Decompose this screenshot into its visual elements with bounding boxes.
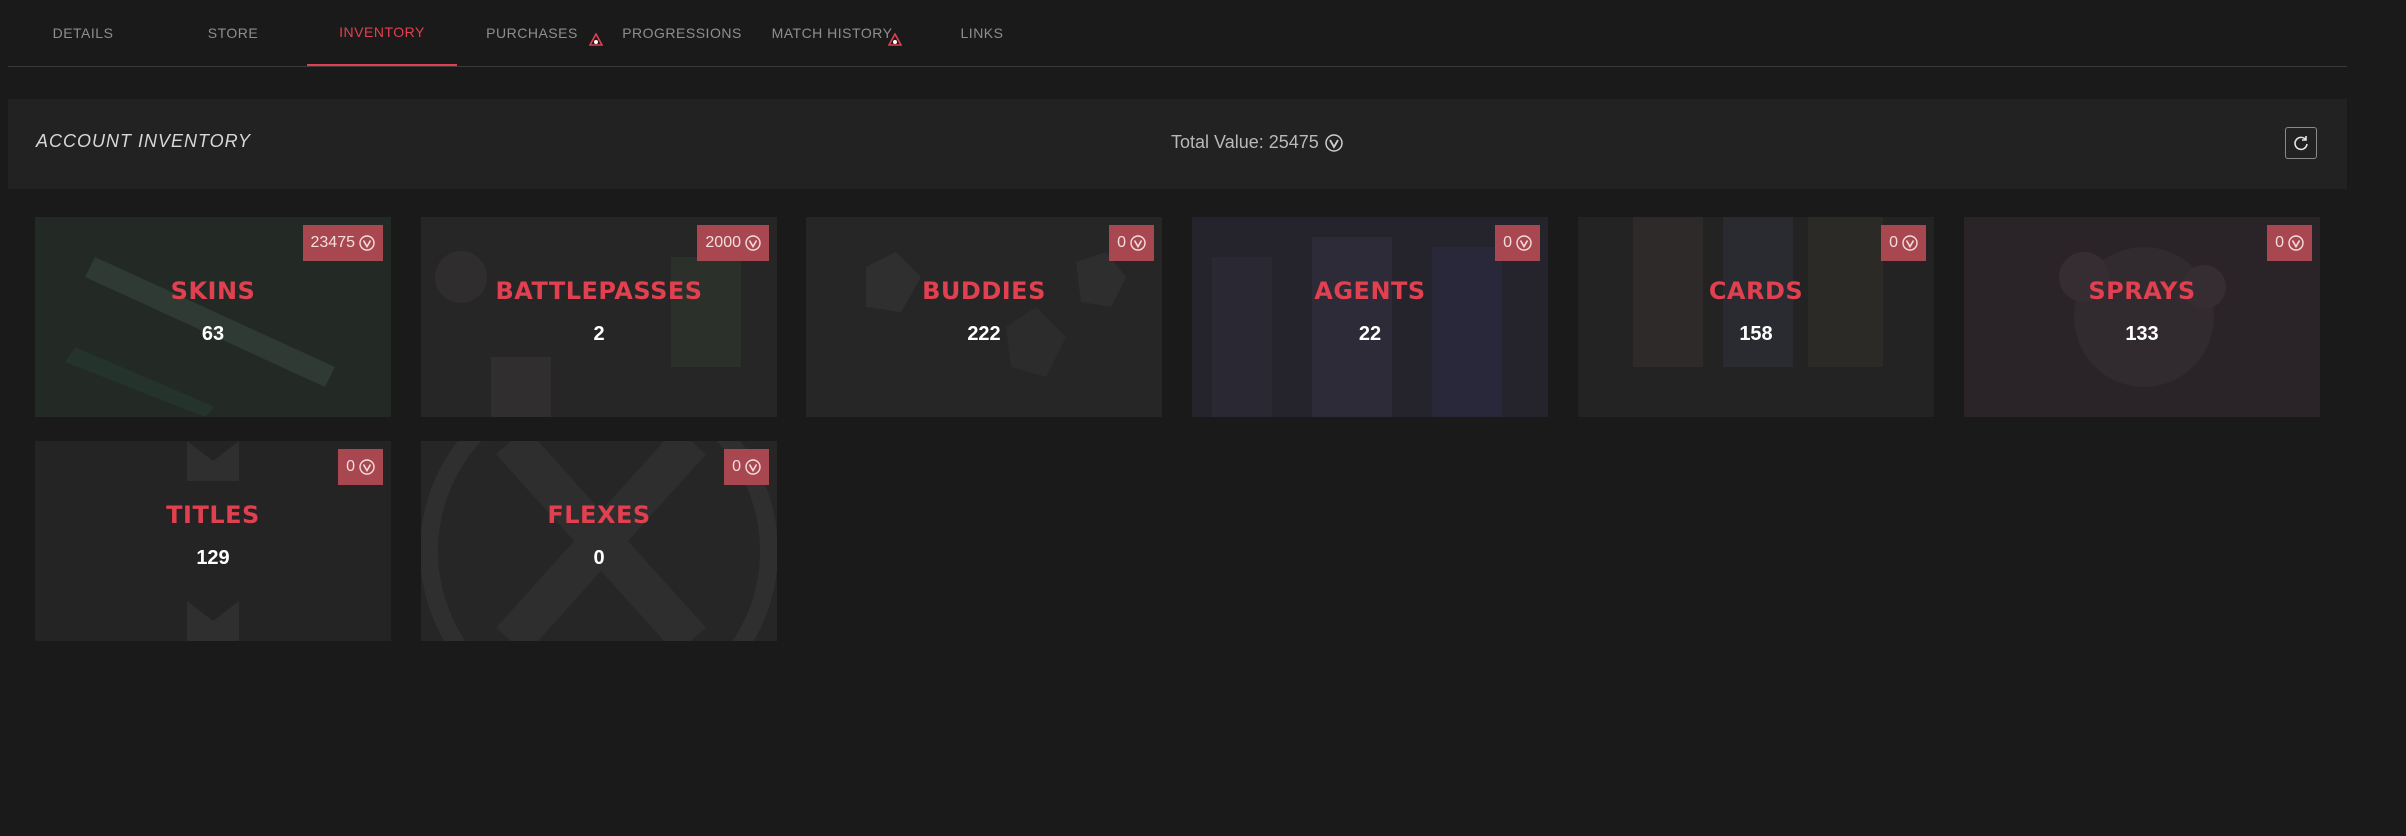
tab-links[interactable]: LINKS	[907, 0, 1057, 66]
valorant-points-icon	[2288, 235, 2304, 251]
value-badge: 2000	[697, 225, 769, 261]
card-title: CARDS	[1708, 277, 1804, 305]
inventory-title: ACCOUNT INVENTORY	[36, 131, 252, 151]
valorant-points-icon	[1516, 235, 1532, 251]
card-title: TITLES	[166, 501, 260, 529]
card-sprays[interactable]: SPRAYS 133 0	[1964, 217, 2320, 417]
value-amount: 23475	[310, 234, 356, 251]
card-flexes[interactable]: FLEXES 0 0	[421, 441, 777, 641]
tab-label: PROGRESSIONS	[622, 25, 742, 41]
tab-details[interactable]: DETAILS	[8, 0, 158, 66]
tab-progressions[interactable]: PROGRESSIONS	[607, 0, 757, 66]
tab-label: INVENTORY	[339, 24, 425, 40]
total-value: Total Value: 25475	[1171, 132, 1343, 153]
card-skins[interactable]: SKINS 63 23475	[35, 217, 391, 417]
card-title: BUDDIES	[922, 277, 1046, 305]
card-title: FLEXES	[547, 501, 651, 529]
tab-label: DETAILS	[52, 25, 114, 41]
card-count: 0	[593, 547, 605, 569]
valorant-points-icon	[589, 33, 603, 46]
card-count: 2	[593, 323, 605, 345]
value-amount: 0	[2275, 234, 2284, 251]
valorant-points-icon	[888, 33, 902, 46]
card-count: 222	[967, 323, 1001, 345]
valorant-points-icon	[359, 459, 375, 475]
inventory-header: ACCOUNT INVENTORY Total Value: 25475	[8, 99, 2347, 189]
refresh-button[interactable]	[2285, 127, 2317, 159]
value-badge: 0	[2267, 225, 2312, 261]
value-badge: 0	[1109, 225, 1154, 261]
value-badge: 23475	[302, 225, 383, 261]
value-badge: 0	[338, 449, 383, 485]
card-title: BATTLEPASSES	[495, 277, 703, 305]
value-badge: 0	[1495, 225, 1540, 261]
card-battlepasses[interactable]: BATTLEPASSES 2 2000	[421, 217, 777, 417]
refresh-icon	[2294, 136, 2308, 151]
card-count: 63	[201, 323, 225, 345]
value-amount: 2000	[705, 234, 741, 251]
tab-bar: DETAILS STORE INVENTORY PURCHASES PROGRE…	[8, 0, 2347, 67]
value-amount: 0	[732, 458, 741, 475]
card-title: SPRAYS	[2088, 277, 2196, 305]
valorant-points-icon	[745, 459, 761, 475]
card-count: 158	[1739, 323, 1773, 345]
valorant-points-icon	[1325, 133, 1343, 152]
card-title: AGENTS	[1314, 277, 1426, 305]
tab-purchases[interactable]: PURCHASES	[457, 0, 607, 66]
card-count: 133	[2125, 323, 2159, 345]
card-agents[interactable]: AGENTS 22 0	[1192, 217, 1548, 417]
value-amount: 0	[346, 458, 355, 475]
tab-inventory[interactable]: INVENTORY	[307, 0, 457, 66]
tab-label: STORE	[207, 25, 259, 41]
valorant-points-icon	[1902, 235, 1918, 251]
card-title: SKINS	[170, 277, 256, 305]
valorant-points-icon	[1130, 235, 1146, 251]
valorant-points-icon	[745, 235, 761, 251]
card-titles[interactable]: TITLES 129 0	[35, 441, 391, 641]
tab-label: LINKS	[960, 25, 1004, 41]
tab-match-history[interactable]: MATCH HISTORY	[757, 0, 907, 66]
card-cards[interactable]: CARDS 158 0	[1578, 217, 1934, 417]
tab-store[interactable]: STORE	[158, 0, 308, 66]
value-badge: 0	[724, 449, 769, 485]
total-value-label: Total Value: 25475	[1171, 132, 1319, 152]
value-amount: 0	[1889, 234, 1898, 251]
value-amount: 0	[1117, 234, 1126, 251]
card-buddies[interactable]: BUDDIES 222 0	[806, 217, 1162, 417]
valorant-points-icon	[359, 235, 375, 251]
card-count: 129	[196, 547, 230, 569]
value-badge: 0	[1881, 225, 1926, 261]
tab-label: MATCH HISTORY	[771, 25, 893, 41]
tab-label: PURCHASES	[486, 25, 578, 41]
value-amount: 0	[1503, 234, 1512, 251]
card-count: 22	[1358, 323, 1382, 345]
